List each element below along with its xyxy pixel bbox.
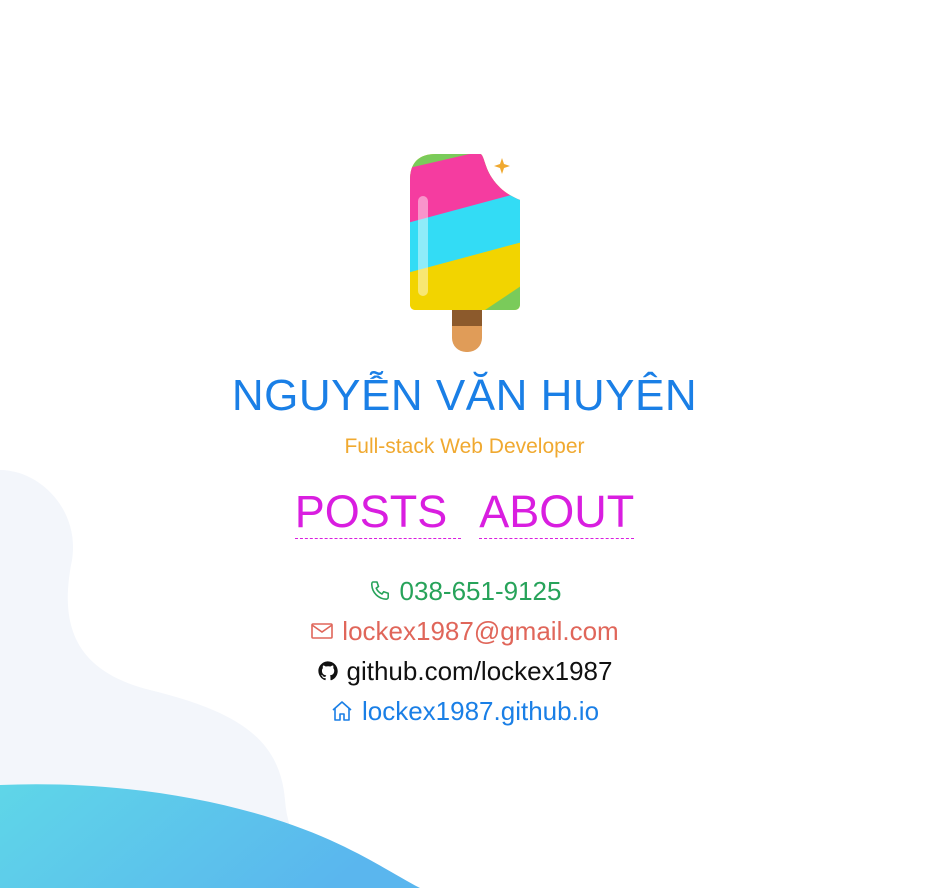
- mail-icon: [311, 623, 334, 639]
- email-text: lockex1987@gmail.com: [342, 616, 619, 646]
- contact-email[interactable]: lockex1987@gmail.com: [310, 615, 619, 647]
- phone-text: 038-651-9125: [399, 576, 562, 606]
- phone-icon: [370, 581, 389, 600]
- home-icon: [332, 701, 352, 721]
- contact-website[interactable]: lockex1987.github.io: [330, 695, 599, 727]
- sparkle-icon: [493, 158, 510, 174]
- contact-phone[interactable]: 038-651-9125: [368, 575, 562, 607]
- page: NGUYỄN VĂN HUYÊN Full-stack Web Develope…: [0, 0, 929, 888]
- nav-about-link[interactable]: ABOUT: [479, 486, 635, 539]
- nav-posts-link[interactable]: POSTS: [294, 486, 462, 539]
- website-text: lockex1987.github.io: [361, 696, 600, 726]
- profile-tagline: Full-stack Web Developer: [344, 435, 585, 458]
- popsicle-logo: [409, 154, 520, 352]
- main-nav: POSTS ABOUT: [294, 486, 635, 539]
- contact-list: 038-651-9125 lockex1987@gmail.com github…: [310, 575, 619, 727]
- profile-card: NGUYỄN VĂN HUYÊN Full-stack Web Develope…: [0, 0, 929, 727]
- github-text: github.com/lockex1987: [346, 656, 613, 686]
- contact-github[interactable]: github.com/lockex1987: [317, 655, 613, 687]
- profile-name: NGUYỄN VĂN HUYÊN: [231, 371, 698, 420]
- github-icon: [317, 661, 338, 681]
